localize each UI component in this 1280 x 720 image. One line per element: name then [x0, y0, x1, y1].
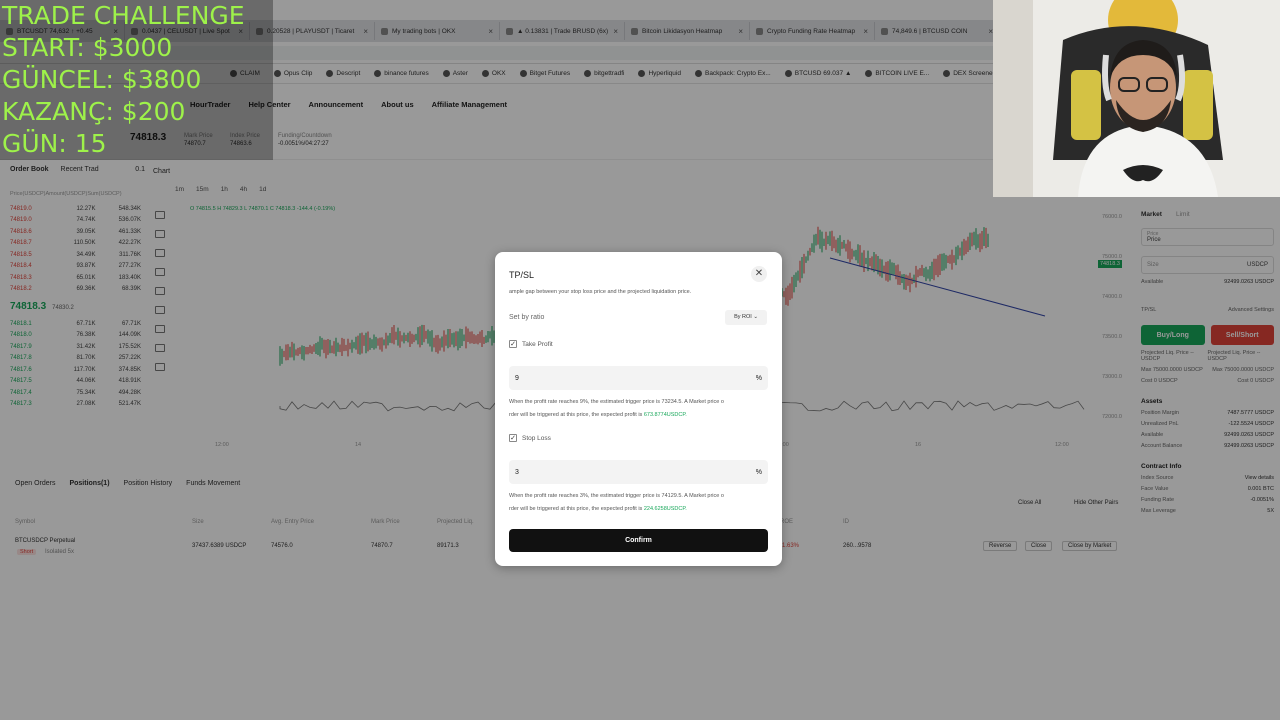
- take-profit-checkbox[interactable]: ✓ Take Profit: [509, 340, 553, 348]
- percent-unit: %: [755, 374, 762, 382]
- challenge-title: TRADE CHALLENGE: [2, 1, 245, 30]
- by-roi-dropdown[interactable]: By ROI ⌄: [725, 310, 767, 325]
- checkbox-checked-icon: ✓: [509, 434, 517, 442]
- confirm-button[interactable]: Confirm: [509, 529, 768, 552]
- modal-title: TP/SL: [509, 270, 535, 280]
- take-profit-value[interactable]: [515, 374, 715, 382]
- webcam-feed: [993, 0, 1280, 197]
- challenge-profit: KAZANÇ: $200: [2, 97, 186, 126]
- webcam-image: [993, 0, 1280, 197]
- stop-loss-description: When the profit rate reaches 3%, the est…: [509, 493, 724, 512]
- stop-loss-checkbox[interactable]: ✓ Stop Loss: [509, 434, 551, 442]
- set-by-ratio-label: Set by ratio: [509, 314, 545, 321]
- chevron-down-icon: ⌄: [753, 314, 758, 320]
- take-profit-input[interactable]: %: [509, 366, 768, 390]
- take-profit-description: When the profit rate reaches 9%, the est…: [509, 399, 724, 418]
- close-icon[interactable]: ✕: [751, 266, 767, 282]
- stop-loss-value[interactable]: [515, 468, 715, 476]
- screen: BTCUSDT 74,632 ↑ +0.45 × 0.0437 | CELUSDT …: [0, 0, 1280, 720]
- challenge-start: START: $3000: [2, 33, 173, 62]
- stop-loss-input[interactable]: %: [509, 460, 768, 484]
- tpsl-modal: TP/SL ✕ ample gap between your stop loss…: [495, 252, 782, 566]
- challenge-day: GÜN: 15: [2, 129, 107, 158]
- percent-unit: %: [755, 468, 762, 476]
- challenge-overlay: TRADE CHALLENGE START: $3000 GÜNCEL: $38…: [0, 0, 273, 160]
- checkbox-checked-icon: ✓: [509, 340, 517, 348]
- challenge-current: GÜNCEL: $3800: [2, 65, 202, 94]
- modal-note: ample gap between your stop loss price a…: [509, 289, 692, 295]
